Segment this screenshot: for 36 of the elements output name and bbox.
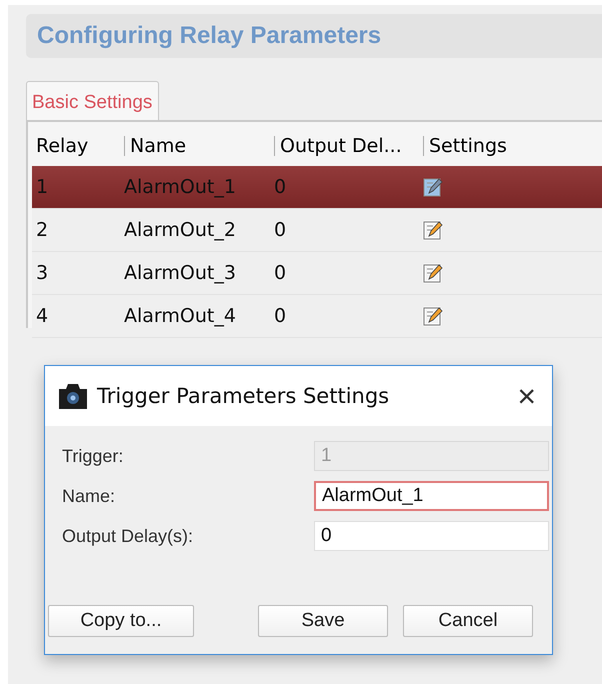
dialog-button[interactable]: Copy to... xyxy=(48,605,194,637)
table-row[interactable]: 2 AlarmOut_2 0 xyxy=(32,209,602,252)
edit-icon[interactable] xyxy=(423,263,443,283)
table-cell: 0 xyxy=(274,176,286,198)
edit-icon[interactable] xyxy=(423,177,443,197)
input-field[interactable]: AlarmOut_1 xyxy=(314,481,549,511)
page-title: Configuring Relay Parameters xyxy=(37,22,382,50)
tab[interactable]: Basic Settings xyxy=(26,81,160,120)
edit-icon[interactable] xyxy=(423,220,443,240)
table-cell: 3 xyxy=(36,262,48,284)
table-row[interactable]: 3 AlarmOut_3 0 xyxy=(32,252,602,295)
table-cell: AlarmOut_2 xyxy=(124,219,236,241)
table-cell: AlarmOut_3 xyxy=(124,262,236,284)
input-field[interactable]: 0 xyxy=(314,521,549,551)
dialog-button[interactable]: Save xyxy=(258,605,388,637)
table-cell: 2 xyxy=(36,219,48,241)
table-row[interactable]: 4 AlarmOut_4 0 xyxy=(32,295,602,338)
field-label: Name: xyxy=(62,486,116,506)
close-button[interactable]: × xyxy=(513,378,540,414)
field-label: Output Delay(s): xyxy=(62,526,194,546)
edit-icon[interactable] xyxy=(423,306,443,326)
column-header[interactable]: Output Del... xyxy=(280,135,402,157)
dialog-button[interactable]: Cancel xyxy=(403,605,533,637)
table-cell: AlarmOut_4 xyxy=(124,305,236,327)
column-header[interactable]: Relay xyxy=(36,135,88,157)
camera-icon xyxy=(58,382,88,410)
column-header[interactable]: Name xyxy=(130,135,186,157)
table-cell: 1 xyxy=(36,176,48,198)
table-cell: AlarmOut_1 xyxy=(124,176,236,198)
table-cell: 0 xyxy=(274,262,286,284)
table-cell: 0 xyxy=(274,305,286,327)
column-header[interactable]: Settings xyxy=(429,135,507,157)
dialog-title: Trigger Parameters Settings xyxy=(97,384,390,408)
table-cell: 0 xyxy=(274,219,286,241)
field-label: Trigger: xyxy=(62,446,124,466)
table-cell: 4 xyxy=(36,305,48,327)
